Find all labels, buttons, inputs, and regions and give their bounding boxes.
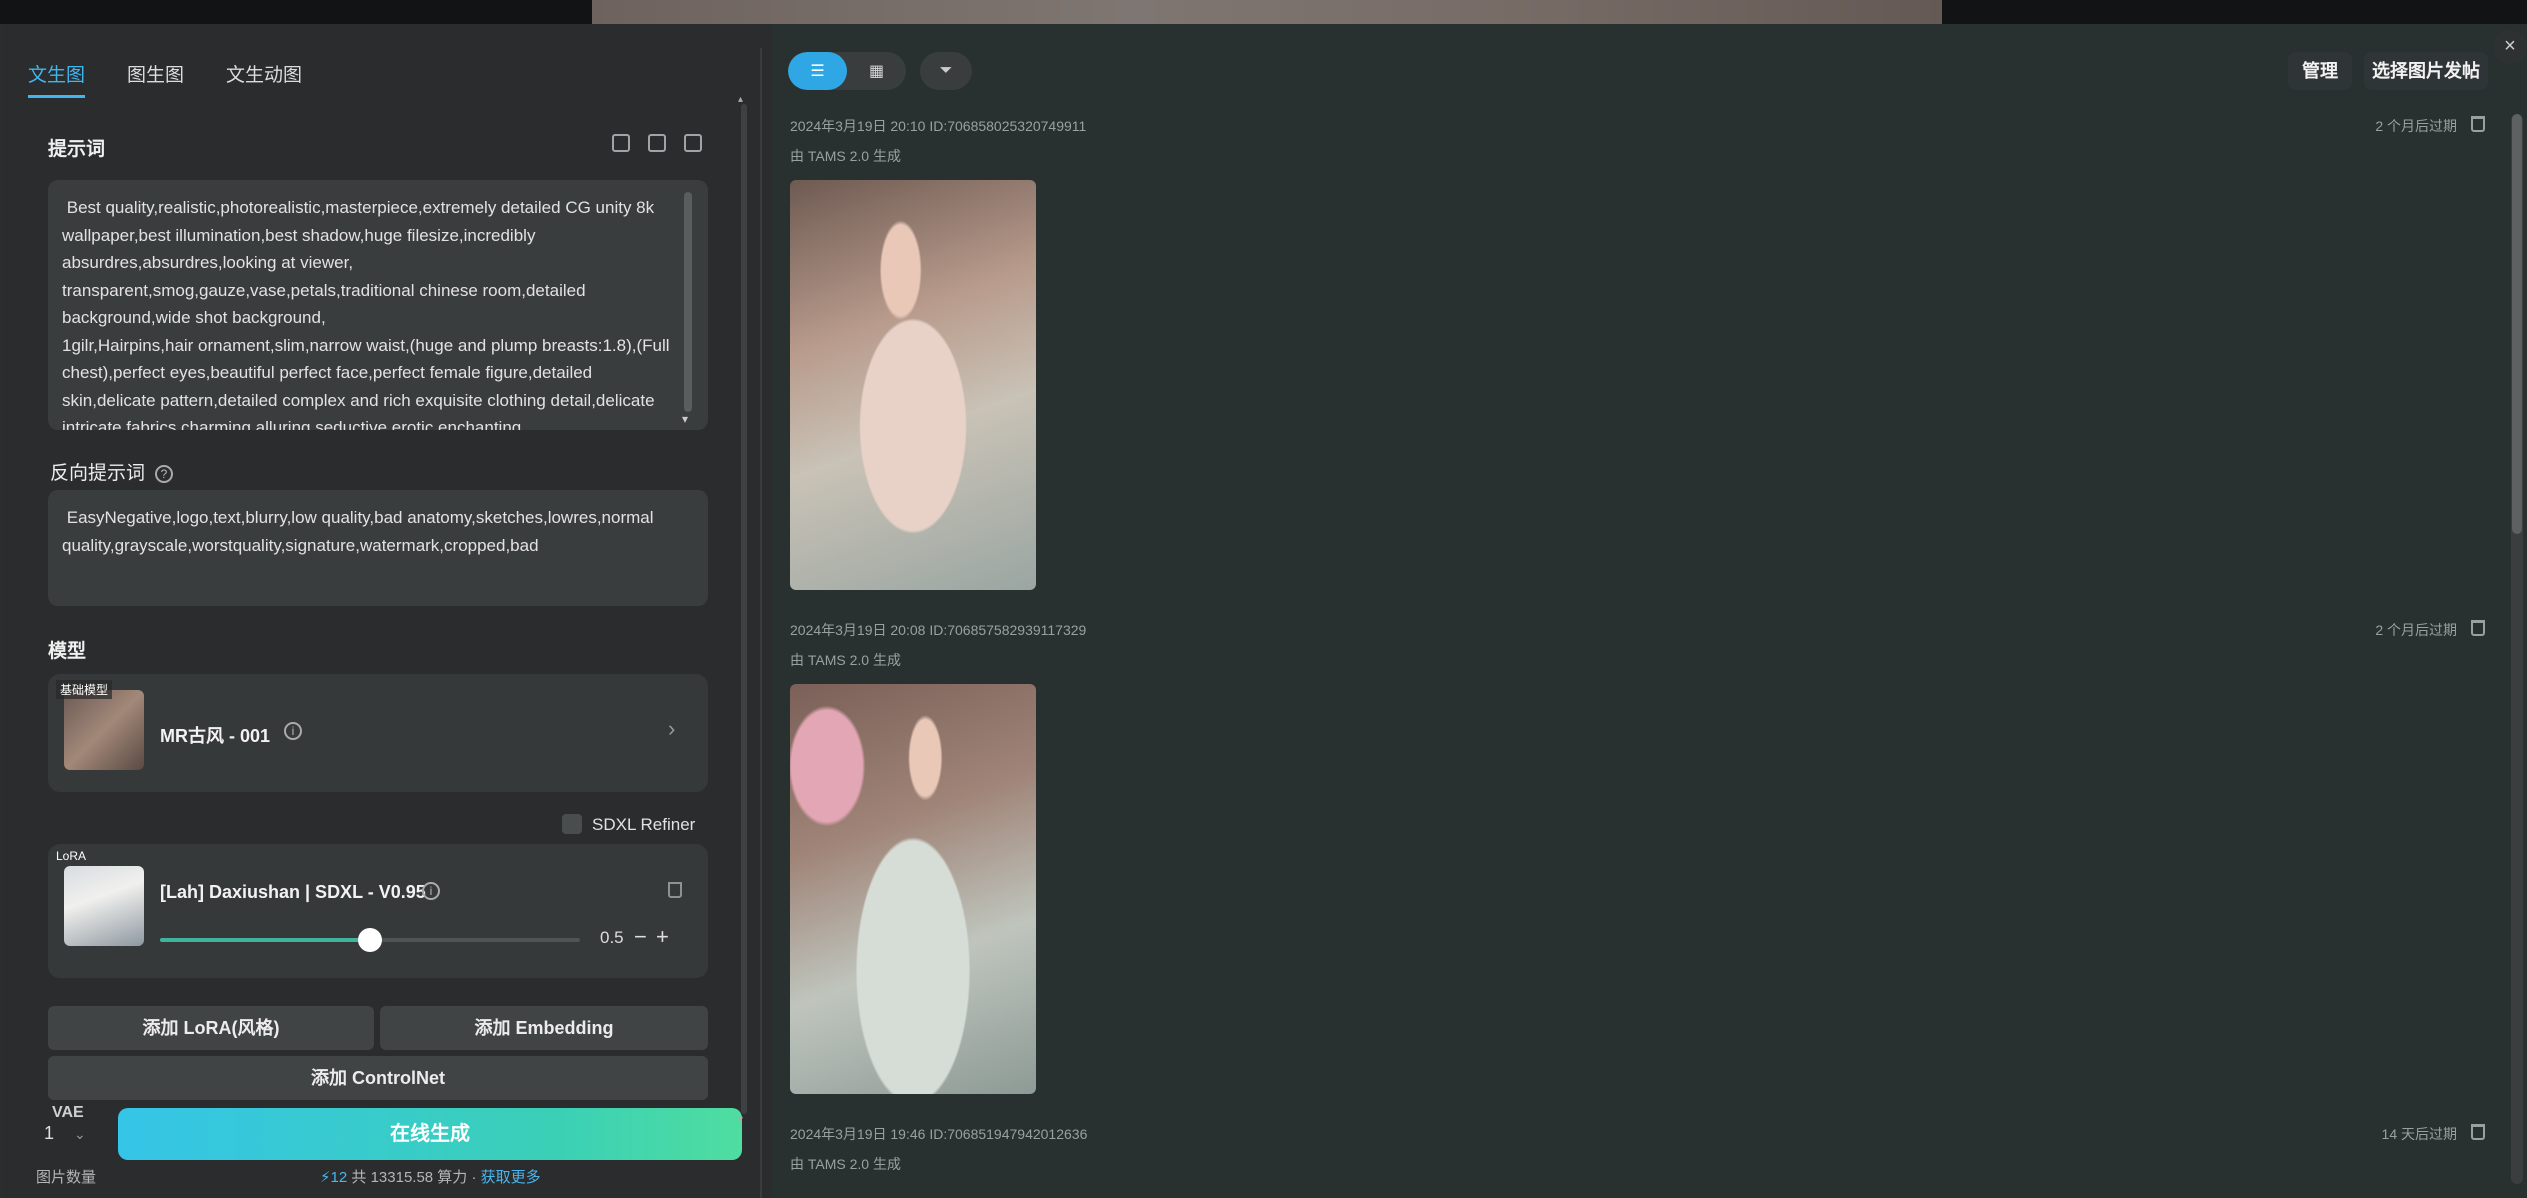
lightning-icon: ⚡ (320, 1169, 331, 1186)
image-count-select[interactable]: 1 ⌄ (32, 1110, 112, 1156)
close-icon[interactable]: × (2493, 30, 2527, 64)
increase-weight-button[interactable]: + (656, 924, 669, 950)
record-source: 由 TAMS 2.0 生成 (790, 652, 901, 668)
results-scrollbar-thumb[interactable] (2512, 114, 2522, 534)
lora-card: LoRA [Lah] Daxiushan | SDXL - V0.95 i 0.… (48, 844, 708, 978)
generation-modal: 文生图 图生图 文生动图 提示词 Best quality,realistic,… (2, 24, 2527, 1198)
copy-icon[interactable] (648, 134, 666, 152)
negative-prompt-title: 反向提示词 (50, 463, 146, 484)
app-root: 文生图 图生图 文生动图 提示词 Best quality,realistic,… (0, 0, 2527, 1198)
sdxl-refiner-checkbox[interactable] (562, 814, 582, 834)
background-peek-image (592, 0, 1942, 24)
lora-info-icon[interactable]: i (422, 882, 440, 900)
lora-name: [Lah] Daxiushan | SDXL - V0.95 (160, 882, 426, 902)
scroll-down-icon[interactable]: ▾ (738, 1114, 743, 1125)
tab-text-to-animation[interactable]: 文生动图 (226, 60, 302, 98)
credit-balance: 共 13315.58 算力 · (347, 1169, 481, 1186)
add-embedding-button[interactable]: 添加 Embedding (380, 1006, 708, 1050)
lora-tag: LoRA (56, 849, 87, 863)
grid-view-icon[interactable]: ▦ (847, 52, 906, 90)
record-meta: 2024年3月19日 20:08 ID:706857582939117329 (790, 622, 1087, 638)
record-source: 由 TAMS 2.0 生成 (790, 1156, 901, 1172)
image-count-label: 图片数量 (36, 1169, 97, 1186)
generate-button[interactable]: 在线生成 (118, 1108, 742, 1160)
add-controlnet-button[interactable]: 添加 ControlNet (48, 1056, 708, 1100)
model-name: MR古风 - 001 (160, 726, 271, 746)
prompt-textarea[interactable]: Best quality,realistic,photorealistic,ma… (48, 180, 708, 430)
generated-image[interactable] (790, 684, 1036, 1094)
view-toggle: ☰ ▦ (788, 52, 906, 90)
delete-lora-icon[interactable] (668, 882, 682, 898)
settings-panel: 文生图 图生图 文生动图 提示词 Best quality,realistic,… (2, 24, 760, 1198)
chevron-down-icon: ⌄ (74, 1126, 86, 1142)
record-source: 由 TAMS 2.0 生成 (790, 148, 901, 164)
results-scrollbar[interactable] (2511, 114, 2523, 1184)
add-lora-button[interactable]: 添加 LoRA(风格) (48, 1006, 374, 1050)
lora-weight-value[interactable]: 0.5 (600, 928, 624, 948)
negative-prompt-textarea[interactable]: EasyNegative,logo,text,blurry,low qualit… (48, 490, 708, 606)
filter-icon[interactable]: ⏷ (920, 52, 972, 90)
decrease-weight-button[interactable]: − (634, 924, 647, 950)
resize-handle-icon[interactable]: ▾ (682, 412, 688, 426)
record-expiry: 14 天后过期 (2381, 1126, 2457, 1142)
model-tag: 基础模型 (56, 680, 113, 699)
model-thumbnail (64, 690, 144, 770)
panel-scrollbar[interactable]: ▴ ▾ (738, 94, 750, 1144)
get-more-link[interactable]: 获取更多 (481, 1169, 541, 1186)
sdxl-refiner-label: SDXL Refiner (592, 815, 696, 834)
tab-text-to-image[interactable]: 文生图 (28, 60, 86, 98)
post-images-button[interactable]: 选择图片发帖 (2364, 52, 2488, 90)
lora-weight-slider[interactable] (160, 928, 580, 952)
panel-divider (760, 48, 762, 1198)
mode-tabs: 文生图 图生图 文生动图 (28, 60, 302, 98)
list-view-icon[interactable]: ☰ (788, 52, 847, 90)
prompt-tools (612, 134, 702, 152)
lora-thumbnail (64, 866, 144, 946)
dice-icon[interactable] (684, 134, 702, 152)
image-prompt-icon[interactable] (612, 134, 630, 152)
record-expiry: 2 个月后过期 (2375, 118, 2457, 134)
delete-record-icon[interactable] (2471, 116, 2485, 132)
record-expiry: 2 个月后过期 (2375, 622, 2457, 638)
model-info-icon[interactable]: i (284, 722, 302, 740)
help-icon[interactable]: ? (155, 464, 174, 483)
credit-cost: 12 (330, 1169, 348, 1186)
delete-record-icon[interactable] (2471, 620, 2485, 636)
chevron-right-icon[interactable]: › (668, 716, 675, 742)
lora-weight-fill (160, 938, 370, 942)
credits-info: ⚡12 共 13315.58 算力 · 获取更多 (320, 1166, 541, 1187)
prompt-scrollbar[interactable] (684, 192, 692, 412)
tab-image-to-image[interactable]: 图生图 (127, 60, 184, 98)
background-strip (0, 0, 2527, 24)
generated-image[interactable] (790, 180, 1036, 590)
negative-prompt-header: 反向提示词? (50, 458, 174, 485)
results-panel: ☰ ▦ ⏷ 管理 选择图片发帖 × 2024年3月19日 20:10 ID:70… (772, 24, 2527, 1198)
image-count-value: 1 (44, 1123, 55, 1143)
model-title: 模型 (48, 641, 87, 662)
prompt-title: 提示词 (48, 139, 106, 160)
model-card[interactable]: 基础模型 MR古风 - 001 i › (48, 674, 708, 792)
scroll-up-icon[interactable]: ▴ (738, 94, 743, 105)
panel-scrollbar-track (741, 104, 747, 1114)
manage-button[interactable]: 管理 (2288, 52, 2352, 90)
lora-weight-handle[interactable] (358, 928, 382, 952)
record-meta: 2024年3月19日 19:46 ID:706851947942012636 (790, 1126, 1088, 1142)
record-meta: 2024年3月19日 20:10 ID:706858025320749911 (790, 118, 1087, 134)
delete-record-icon[interactable] (2471, 1124, 2485, 1140)
